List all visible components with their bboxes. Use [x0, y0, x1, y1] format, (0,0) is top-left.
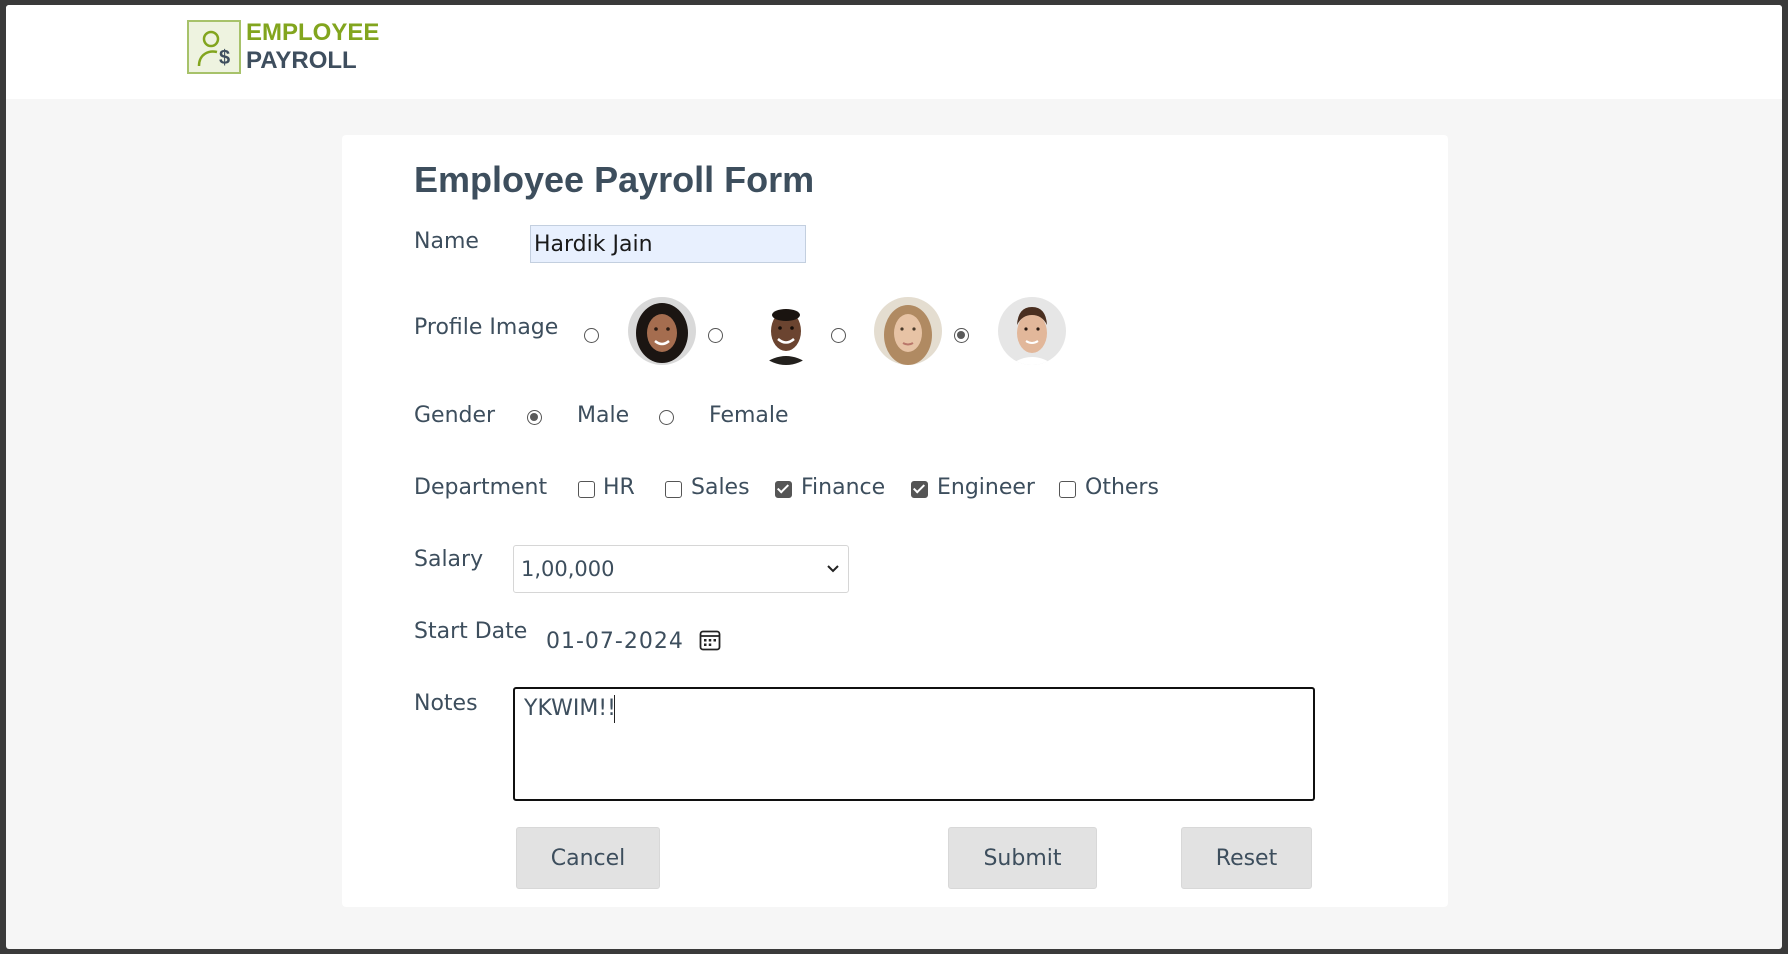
- start-date-label: Start Date: [414, 619, 528, 644]
- female-avatar-1[interactable]: [628, 297, 696, 365]
- department-checkbox-sales[interactable]: [665, 481, 682, 498]
- form-title: Employee Payroll Form: [414, 159, 815, 200]
- profile-radio-male-2[interactable]: [954, 328, 969, 343]
- logo-line-employee: EMPLOYEE: [246, 19, 380, 46]
- logo-line-payroll: PAYROLL: [246, 47, 357, 74]
- submit-button[interactable]: Submit: [948, 827, 1097, 889]
- notes-textarea[interactable]: YKWIM!!: [513, 687, 1315, 801]
- department-label: Department: [414, 475, 548, 500]
- salary-selected-value: 1,00,000: [521, 557, 615, 581]
- gender-label: Gender: [414, 403, 496, 428]
- reset-button[interactable]: Reset: [1181, 827, 1312, 889]
- department-option-sales[interactable]: Sales: [691, 475, 750, 500]
- department-option-engineer[interactable]: Engineer: [937, 475, 1035, 500]
- gender-radio-female[interactable]: [659, 410, 674, 425]
- calendar-icon[interactable]: [698, 628, 722, 652]
- notes-text: YKWIM!!: [524, 696, 616, 721]
- name-label: Name: [414, 229, 479, 254]
- department-option-others[interactable]: Others: [1085, 475, 1159, 500]
- department-checkbox-engineer[interactable]: [911, 481, 928, 498]
- male-avatar-2[interactable]: [998, 297, 1066, 365]
- start-date-input[interactable]: 01-07-2024: [546, 625, 736, 661]
- department-checkbox-others[interactable]: [1059, 481, 1076, 498]
- employee-dollar-icon: $: [187, 20, 241, 74]
- notes-label: Notes: [414, 691, 478, 716]
- profile-radio-female-1[interactable]: [584, 328, 599, 343]
- department-option-hr[interactable]: HR: [603, 475, 635, 500]
- profile-image-label: Profile Image: [414, 315, 559, 340]
- form-card: Employee Payroll Form Name Profile Image: [342, 135, 1448, 907]
- gender-option-female[interactable]: Female: [709, 403, 789, 428]
- gender-option-male[interactable]: Male: [577, 403, 629, 428]
- salary-select[interactable]: 1,00,000: [513, 545, 849, 593]
- gender-radio-male[interactable]: [527, 410, 542, 425]
- text-caret: [614, 695, 615, 723]
- header-bar: $ EMPLOYEE PAYROLL: [6, 5, 1782, 99]
- app-window: $ EMPLOYEE PAYROLL Employee Payroll Form…: [6, 5, 1782, 949]
- chevron-down-icon: [827, 565, 839, 573]
- female-avatar-2[interactable]: [874, 297, 942, 365]
- logo-text: EMPLOYEE PAYROLL: [246, 19, 379, 75]
- svg-text:$: $: [219, 47, 230, 69]
- profile-radio-female-2[interactable]: [831, 328, 846, 343]
- salary-label: Salary: [414, 547, 484, 572]
- department-checkbox-finance[interactable]: [775, 481, 792, 498]
- department-checkbox-hr[interactable]: [578, 481, 595, 498]
- department-option-finance[interactable]: Finance: [801, 475, 885, 500]
- name-input[interactable]: [530, 225, 806, 263]
- cancel-button[interactable]: Cancel: [516, 827, 660, 889]
- male-avatar-1[interactable]: [752, 297, 820, 365]
- start-date-value: 01-07-2024: [546, 629, 684, 654]
- profile-radio-male-1[interactable]: [708, 328, 723, 343]
- app-logo[interactable]: $ EMPLOYEE PAYROLL: [187, 19, 379, 75]
